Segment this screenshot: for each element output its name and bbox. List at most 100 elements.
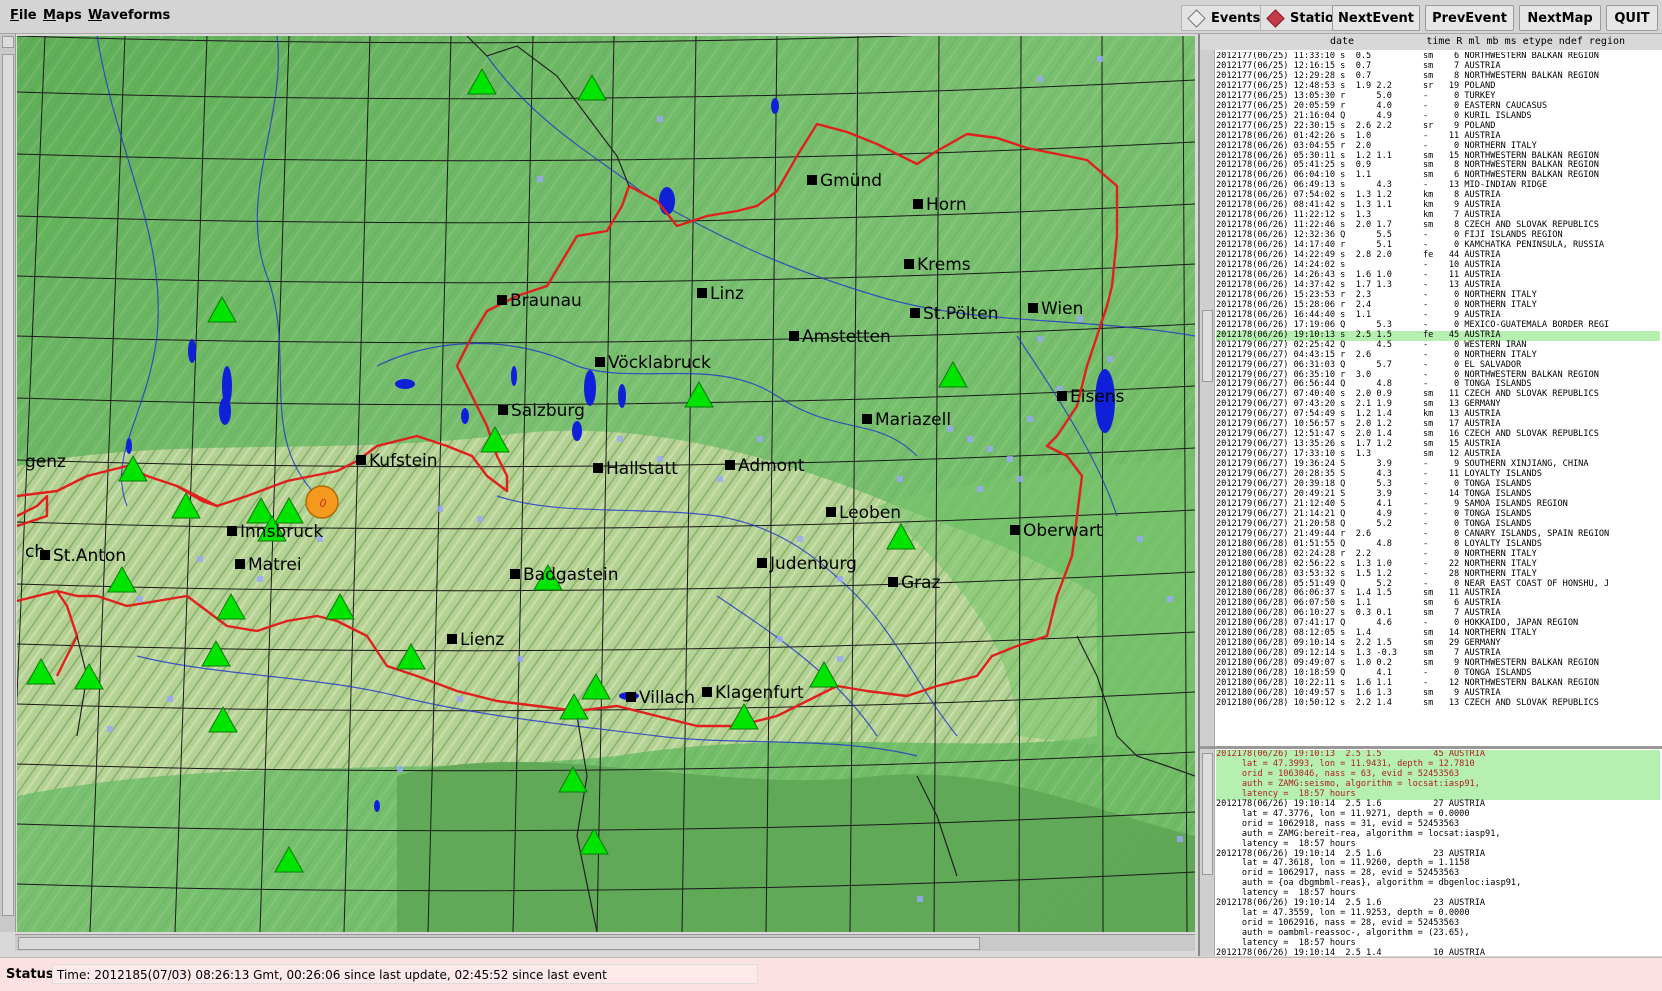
city-name: Braunau [510, 291, 582, 311]
city-square-icon [626, 692, 636, 702]
city-name: Graz [901, 573, 941, 593]
city-name: Klagenfurt [715, 683, 804, 703]
city-square-icon [510, 569, 520, 579]
event-row[interactable]: 2012180(06/28) 10:50:12 s 2.2 1.4 sm 13 … [1216, 698, 1660, 709]
city-label: Judenburg [757, 554, 857, 574]
city-square-icon [356, 455, 366, 465]
city-square-icon [862, 414, 872, 424]
city-name: St.Anton [53, 546, 126, 566]
city-name: Judenburg [769, 554, 857, 574]
city-name: Gmünd [820, 171, 882, 191]
list-header-text: date time R ml mb ms etype ndef region [1330, 36, 1626, 47]
city-square-icon [1057, 391, 1067, 401]
city-label: Mariazell [862, 410, 951, 430]
city-square-icon [1010, 525, 1020, 535]
city-name: Matrei [248, 555, 302, 575]
city-label: Oberwart [1010, 521, 1103, 541]
event-row[interactable]: 2012179(06/27) 06:31:03 Q 5.7 - 0 EL SAL… [1216, 360, 1660, 371]
city-square-icon [913, 199, 923, 209]
menu-waveforms[interactable]: Waveforms [88, 8, 170, 23]
city-name: Villach [639, 688, 695, 708]
city-name: Innsbruck [240, 522, 323, 542]
city-name: Horn [926, 195, 967, 215]
city-name: ch [25, 542, 45, 562]
city-label: Vöcklabruck [595, 353, 711, 373]
city-name: genz [25, 452, 66, 472]
scroll-thumb[interactable] [18, 937, 980, 950]
city-name: Leoben [839, 503, 901, 523]
city-square-icon [757, 558, 767, 568]
status-text: Time: 2012185(07/03) 08:26:13 Gmt, 00:26… [52, 964, 758, 984]
city-square-icon [497, 295, 507, 305]
pane-divider[interactable] [1200, 746, 1662, 749]
city-square-icon [826, 507, 836, 517]
city-label: St.Anton [40, 546, 126, 566]
city-name: Lienz [460, 630, 504, 650]
map-vertical-scrollbar[interactable] [0, 34, 16, 932]
city-square-icon [1028, 303, 1038, 313]
city-square-icon [235, 559, 245, 569]
city-name: Oberwart [1023, 521, 1103, 541]
city-label: Klagenfurt [702, 683, 804, 703]
svg-text:0: 0 [320, 497, 327, 510]
city-square-icon [910, 308, 920, 318]
map-horizontal-scrollbar[interactable] [15, 934, 1195, 951]
city-name: Admont [738, 456, 805, 476]
event-marker[interactable]: 0 [305, 485, 339, 519]
menu-bar: File Maps Waveforms Events Stations Next… [0, 0, 1662, 34]
list-scrollbar[interactable] [1200, 50, 1215, 746]
events-radio-label: Events [1211, 10, 1261, 26]
city-label: Kufstein [356, 451, 438, 471]
city-label: Innsbruck [227, 522, 323, 542]
city-square-icon [498, 405, 508, 415]
quit-button[interactable]: QUIT [1606, 5, 1658, 31]
city-name: Wien [1041, 299, 1083, 319]
menu-file[interactable]: File [10, 8, 37, 23]
scroll-thumb[interactable] [2, 54, 14, 916]
detail-scrollbar[interactable] [1200, 749, 1215, 956]
city-square-icon [702, 687, 712, 697]
city-square-icon [888, 577, 898, 587]
city-square-icon [807, 175, 817, 185]
city-label: Salzburg [498, 401, 585, 421]
events-radio[interactable]: Events [1181, 5, 1262, 31]
city-label: Braunau [497, 291, 582, 311]
radio-on-icon [1266, 8, 1285, 28]
event-list: 2012177(06/25) 11:33:10 s 0.5 sm 6 NORTH… [1216, 52, 1660, 744]
city-name: Hallstatt [606, 459, 678, 479]
radio-off-icon [1187, 8, 1206, 28]
map-canvas[interactable]: Gmünd Horn Krems Braunau Linz St.Pölten Wien Am… [17, 36, 1195, 932]
city-label: Hallstatt [593, 459, 678, 479]
status-bar: Status: Time: 2012185(07/03) 08:26:13 Gm… [0, 957, 1662, 991]
city-name: Krems [917, 255, 971, 275]
city-square-icon [789, 331, 799, 341]
next-map-button[interactable]: NextMap [1519, 5, 1601, 31]
prev-event-button[interactable]: PrevEvent [1425, 5, 1514, 31]
city-name: Kufstein [369, 451, 438, 471]
scroll-thumb[interactable] [1202, 753, 1213, 875]
city-label: ch [25, 542, 45, 562]
city-name: Salzburg [511, 401, 585, 421]
city-name: Vöcklabruck [608, 353, 711, 373]
city-square-icon [904, 259, 914, 269]
event-panel: date time R ml mb ms etype ndef region 2… [1198, 34, 1662, 988]
scroll-thumb[interactable] [1202, 310, 1213, 382]
list-header: date time R ml mb ms etype ndef region [1200, 34, 1662, 50]
city-name: Eisens [1070, 387, 1125, 407]
city-name: St.Pölten [923, 304, 999, 324]
city-name: Linz [710, 284, 744, 304]
city-name: Mariazell [875, 410, 951, 430]
city-label: Badgastein [510, 565, 619, 585]
event-detail: 2012178(06/26) 19:10:13 2.5 1.5 45 AUSTR… [1216, 750, 1660, 990]
city-square-icon [725, 460, 735, 470]
city-label: genz [25, 452, 66, 472]
city-square-icon [595, 357, 605, 367]
city-square-icon [227, 526, 237, 536]
menu-maps[interactable]: Maps [43, 8, 82, 23]
next-event-button[interactable]: NextEvent [1332, 5, 1420, 31]
city-label: Amstetten [789, 327, 891, 347]
selected-origin[interactable]: 2012178(06/26) 19:10:13 2.5 1.5 45 AUSTR… [1216, 750, 1660, 800]
scroll-up-icon[interactable] [2, 36, 14, 48]
city-square-icon [447, 634, 457, 644]
city-label: St.Pölten [910, 304, 999, 324]
